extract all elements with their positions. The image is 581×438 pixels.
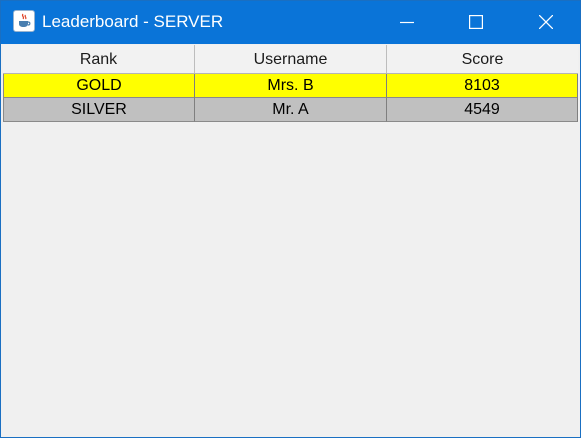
score-cell[interactable]: 8103 [387,74,578,98]
rank-cell[interactable]: SILVER [3,98,195,122]
rank-cell[interactable]: GOLD [3,74,195,98]
column-header-score[interactable]: Score [387,45,578,73]
table-row[interactable]: SILVER Mr. A 4549 [3,98,578,122]
table-header: Rank Username Score [3,45,578,74]
maximize-button[interactable] [453,1,499,44]
minimize-icon [400,21,414,24]
minimize-button[interactable] [384,1,430,44]
leaderboard-window: Leaderboard - SERVER Rank Username Score… [0,0,581,438]
maximize-icon [469,15,483,29]
close-button[interactable] [523,1,569,44]
title-bar[interactable]: Leaderboard - SERVER [1,1,580,44]
close-icon [539,15,553,29]
java-cup-icon[interactable] [13,10,35,32]
username-cell[interactable]: Mrs. B [195,74,387,98]
score-cell[interactable]: 4549 [387,98,578,122]
window-title: Leaderboard - SERVER [42,12,224,31]
username-cell[interactable]: Mr. A [195,98,387,122]
table-row[interactable]: GOLD Mrs. B 8103 [3,74,578,98]
leaderboard-table[interactable]: Rank Username Score GOLD Mrs. B 8103 SIL… [3,45,578,122]
column-header-username[interactable]: Username [195,45,387,73]
column-header-rank[interactable]: Rank [3,45,195,73]
